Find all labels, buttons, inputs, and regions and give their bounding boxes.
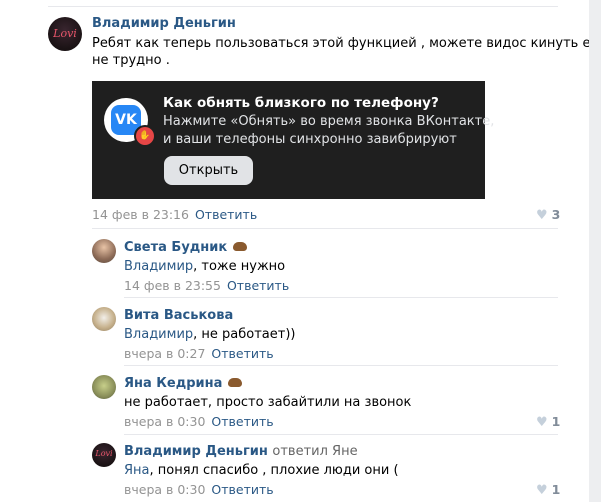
wall-post-container: Lovi Владимир Деньгин Ребят как теперь п… — [0, 0, 601, 502]
divider — [124, 434, 558, 435]
comment-date[interactable]: вчера в 0:27 — [124, 346, 205, 361]
like-button[interactable]: ♥ 1 — [536, 482, 560, 498]
reply-button[interactable]: Ответить — [211, 482, 273, 497]
divider — [92, 228, 558, 229]
comment-meta: вчера в 0:30 Ответить — [124, 482, 274, 497]
vk-promo-card[interactable]: VK ✋ Как обнять близкого по телефону? На… — [92, 81, 494, 199]
comment-meta: вчера в 0:27 Ответить — [124, 346, 274, 361]
post-author[interactable]: Владимир Деньгин — [92, 16, 236, 31]
post-text-line-1: Ребят как теперь пользоваться этой функц… — [92, 36, 601, 51]
post-meta: 14 фев в 23:16 Ответить — [92, 207, 257, 222]
like-button[interactable]: ♥ 1 — [536, 414, 560, 430]
divider — [48, 6, 558, 7]
card-description-line-2: и ваши телефоны синхронно завибрируют — [163, 132, 457, 147]
like-button[interactable]: ♥ 3 — [536, 207, 560, 223]
heart-icon: ♥ — [536, 483, 548, 498]
comment-text: Владимир, тоже нужно — [124, 259, 286, 274]
like-count: 1 — [551, 482, 561, 497]
reply-button[interactable]: Ответить — [227, 278, 289, 293]
heart-icon: ♥ — [536, 208, 548, 223]
post-text-line-2: не трудно . — [92, 53, 170, 68]
comment-meta: 14 фев в 23:55 Ответить — [124, 278, 289, 293]
divider — [124, 365, 558, 366]
avatar[interactable] — [92, 375, 116, 399]
comment-author[interactable]: Вита Васькова — [124, 308, 233, 323]
reply-button[interactable]: Ответить — [211, 414, 273, 429]
hedgehog-icon — [233, 242, 248, 251]
reply-button[interactable]: Ответить — [195, 207, 257, 222]
comment-text: не работает, просто забайтили на звонок — [124, 395, 412, 410]
comment-date[interactable]: вчера в 0:30 — [124, 414, 205, 429]
mention-link[interactable]: Владимир — [124, 327, 193, 342]
like-count: 1 — [551, 414, 561, 429]
reply-button[interactable]: Ответить — [211, 346, 273, 361]
comment-author[interactable]: Владимир Деньгин ответил Яне — [124, 444, 358, 459]
avatar[interactable]: Lovi — [48, 17, 82, 51]
avatar[interactable]: Lovi — [92, 443, 116, 467]
comment-author[interactable]: Яна Кедрина — [124, 376, 243, 391]
comment-text: Яна, понял спасибо , плохие люди они ( — [124, 463, 399, 478]
avatar-logo: Lovi — [53, 27, 77, 40]
avatar[interactable] — [92, 307, 116, 331]
avatar[interactable] — [92, 239, 116, 263]
card-description-line-1: Нажмите «Обнять» во время звонка ВКонтак… — [163, 114, 495, 129]
avatar-logo: Lovi — [95, 449, 113, 458]
like-count: 3 — [551, 207, 561, 222]
comment-meta: вчера в 0:30 Ответить — [124, 414, 274, 429]
heart-icon: ♥ — [536, 415, 548, 430]
comment-date[interactable]: вчера в 0:30 — [124, 482, 205, 497]
card-title: Как обнять близкого по телефону? — [163, 95, 439, 111]
replied-to-label[interactable]: ответил Яне — [272, 444, 357, 459]
comment-date[interactable]: 14 фев в 23:55 — [124, 278, 221, 293]
post-date[interactable]: 14 фев в 23:16 — [92, 207, 189, 222]
page-background-strip — [589, 0, 601, 502]
open-button[interactable]: Открыть — [164, 156, 253, 185]
mention-link[interactable]: Яна — [124, 463, 150, 478]
comment-author[interactable]: Света Будник — [124, 240, 248, 255]
divider — [124, 297, 558, 298]
comment-text: Владимир, не работает)) — [124, 327, 296, 342]
hedgehog-icon — [228, 378, 243, 387]
hand-wave-icon: ✋ — [134, 125, 156, 147]
mention-link[interactable]: Владимир — [124, 259, 193, 274]
